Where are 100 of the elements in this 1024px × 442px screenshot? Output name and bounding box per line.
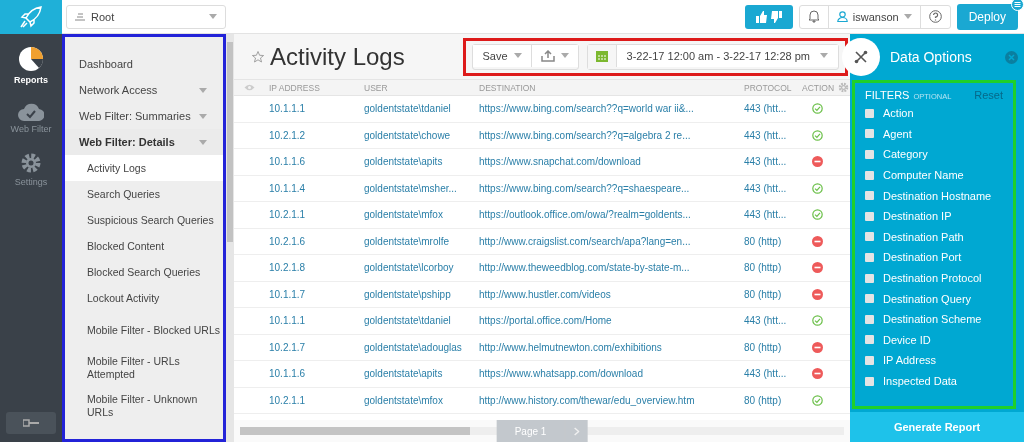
nav-item[interactable]: Blocked Content bbox=[65, 233, 223, 259]
filter-option[interactable]: IP Address bbox=[865, 350, 1003, 371]
filter-option[interactable]: Category bbox=[865, 144, 1003, 165]
calendar-icon bbox=[595, 51, 608, 62]
protocol-cell-text: 443 (htt... bbox=[743, 103, 788, 115]
ip-cell-text: 10.2.1.2 bbox=[268, 129, 307, 141]
ip-cell-text: 10.2.1.1 bbox=[268, 209, 307, 221]
caret-icon bbox=[209, 14, 217, 19]
close-icon[interactable] bbox=[1005, 50, 1018, 64]
blocked-icon bbox=[811, 156, 823, 168]
nav-item[interactable]: Blocked Search Queries bbox=[65, 259, 223, 285]
blocked-icon bbox=[811, 341, 823, 353]
checkbox[interactable] bbox=[865, 376, 874, 386]
star-icon[interactable] bbox=[252, 50, 264, 63]
checkbox[interactable] bbox=[865, 232, 874, 242]
tools-icon[interactable] bbox=[854, 50, 868, 64]
filter-option[interactable]: Device ID bbox=[865, 329, 1003, 351]
filter-option[interactable]: Computer Name bbox=[865, 164, 1003, 186]
check-circle-icon bbox=[811, 315, 823, 327]
rail-item[interactable]: Settings bbox=[0, 140, 62, 193]
nav-item[interactable]: Mobile Filter - Blocked URLs bbox=[65, 311, 223, 349]
filters-label: FILTERS bbox=[865, 89, 910, 101]
user-cell-text: goldentstate\apits bbox=[363, 156, 444, 168]
checkbox[interactable] bbox=[865, 108, 874, 118]
destination-cell-text: http://www.hustler.com/videos bbox=[478, 288, 612, 300]
nav-item[interactable]: Web Filter: Summaries bbox=[65, 103, 223, 129]
checkbox[interactable] bbox=[865, 150, 874, 159]
check-circle-icon bbox=[811, 394, 823, 406]
nav-item[interactable]: Mobile Filter - URLs Attempted bbox=[65, 349, 223, 387]
rocket-icon[interactable] bbox=[19, 5, 43, 29]
protocol-cell-text: 80 (http) bbox=[743, 262, 783, 274]
blocked-icon bbox=[811, 368, 823, 380]
rail-item[interactable]: Reports bbox=[0, 34, 62, 91]
reset-link[interactable]: Reset bbox=[974, 89, 1003, 101]
blocked-icon bbox=[811, 262, 823, 274]
nav-item[interactable]: Search Queries bbox=[65, 181, 223, 207]
nav-item[interactable]: Network Access bbox=[65, 77, 223, 103]
export-dropdown[interactable] bbox=[530, 44, 578, 67]
user-icon bbox=[836, 11, 848, 22]
save-dropdown[interactable]: Save bbox=[473, 44, 531, 67]
destination-cell-text: https://www.bing.com/search??q=algebra 2 re... bbox=[478, 129, 692, 141]
column-header[interactable]: USER bbox=[359, 82, 474, 93]
column-header[interactable]: IP ADDRESS bbox=[264, 82, 359, 93]
protocol-cell-text: 443 (htt... bbox=[743, 129, 788, 141]
filter-option[interactable]: Destination Protocol bbox=[865, 267, 1003, 289]
column-header[interactable]: ACTION bbox=[797, 82, 837, 93]
ip-cell-text: 10.2.1.7 bbox=[268, 341, 307, 353]
date-range-dropdown[interactable]: 3-22-17 12:00 am - 3-22-17 12:28 pm bbox=[615, 44, 838, 67]
ip-cell-text: 10.1.1.4 bbox=[268, 182, 307, 194]
checkbox[interactable] bbox=[865, 170, 874, 180]
blocked-icon bbox=[811, 288, 823, 300]
next-page-icon[interactable] bbox=[573, 426, 580, 436]
settings-icon[interactable] bbox=[838, 82, 849, 93]
logout-button[interactable] bbox=[6, 412, 56, 434]
checkbox[interactable] bbox=[865, 355, 874, 365]
scrollbar-thumb[interactable] bbox=[240, 427, 470, 435]
filter-option[interactable]: Destination Path bbox=[865, 226, 1003, 248]
filter-option[interactable]: Action bbox=[865, 103, 1003, 124]
rail-item[interactable]: Web Filter bbox=[0, 91, 62, 140]
filter-option[interactable]: Destination Hostname bbox=[865, 185, 1003, 206]
checkbox[interactable] bbox=[865, 129, 874, 139]
hierarchy-icon bbox=[75, 12, 85, 21]
protocol-cell-text: 80 (http) bbox=[743, 235, 783, 247]
feedback-button[interactable] bbox=[744, 4, 793, 29]
pie-chart-icon bbox=[18, 46, 44, 72]
nav-item[interactable]: Suspicious Search Queries bbox=[65, 207, 223, 233]
scope-dropdown[interactable]: Root bbox=[66, 4, 226, 29]
checkbox[interactable] bbox=[865, 211, 874, 221]
deploy-button[interactable]: Deploy bbox=[956, 3, 1018, 30]
protocol-cell-text: 443 (htt... bbox=[743, 182, 788, 194]
chevron-down-icon bbox=[199, 113, 207, 119]
nav-item[interactable]: Lockout Activity bbox=[65, 285, 223, 311]
column-header[interactable]: DESTINATION bbox=[474, 82, 739, 93]
user-cell-text: goldentstate\apits bbox=[363, 368, 444, 380]
checkbox[interactable] bbox=[865, 273, 874, 283]
destination-cell-text: https://www.whatsapp.com/download bbox=[478, 368, 644, 380]
user-cell-text: goldentstate\tdaniel bbox=[363, 315, 452, 327]
scrollbar-thumb[interactable] bbox=[227, 42, 233, 242]
checkbox[interactable] bbox=[865, 335, 874, 345]
nav-item[interactable]: Dashboard bbox=[65, 51, 223, 77]
filter-option[interactable]: Destination Scheme bbox=[865, 308, 1003, 330]
ip-cell-text: 10.1.1.6 bbox=[268, 368, 307, 380]
destination-cell-text: http://www.helmutnewton.com/exhibitions bbox=[478, 341, 663, 353]
generate-report-button[interactable]: Generate Report bbox=[850, 412, 1024, 442]
filter-option[interactable]: Destination IP bbox=[865, 205, 1003, 227]
nav-item[interactable]: Mobile Filter - Unknown URLs bbox=[65, 387, 223, 425]
blocked-icon bbox=[811, 235, 823, 247]
filter-option[interactable]: Agent bbox=[865, 123, 1003, 145]
eye-icon[interactable] bbox=[243, 84, 255, 91]
nav-item[interactable]: Activity Logs bbox=[65, 155, 223, 181]
destination-cell-text: http://www.history.com/thewar/edu_overview.htm bbox=[478, 394, 696, 406]
checkbox[interactable] bbox=[865, 191, 874, 201]
column-header[interactable]: PROTOCOL bbox=[739, 82, 797, 93]
checkbox[interactable] bbox=[865, 314, 874, 324]
filter-option[interactable]: Inspected Data bbox=[865, 370, 1003, 392]
checkbox[interactable] bbox=[865, 252, 874, 262]
filter-option[interactable]: Destination Port bbox=[865, 247, 1003, 268]
checkbox[interactable] bbox=[865, 294, 874, 304]
caret-icon bbox=[903, 14, 912, 19]
filter-option[interactable]: Destination Query bbox=[865, 288, 1003, 309]
